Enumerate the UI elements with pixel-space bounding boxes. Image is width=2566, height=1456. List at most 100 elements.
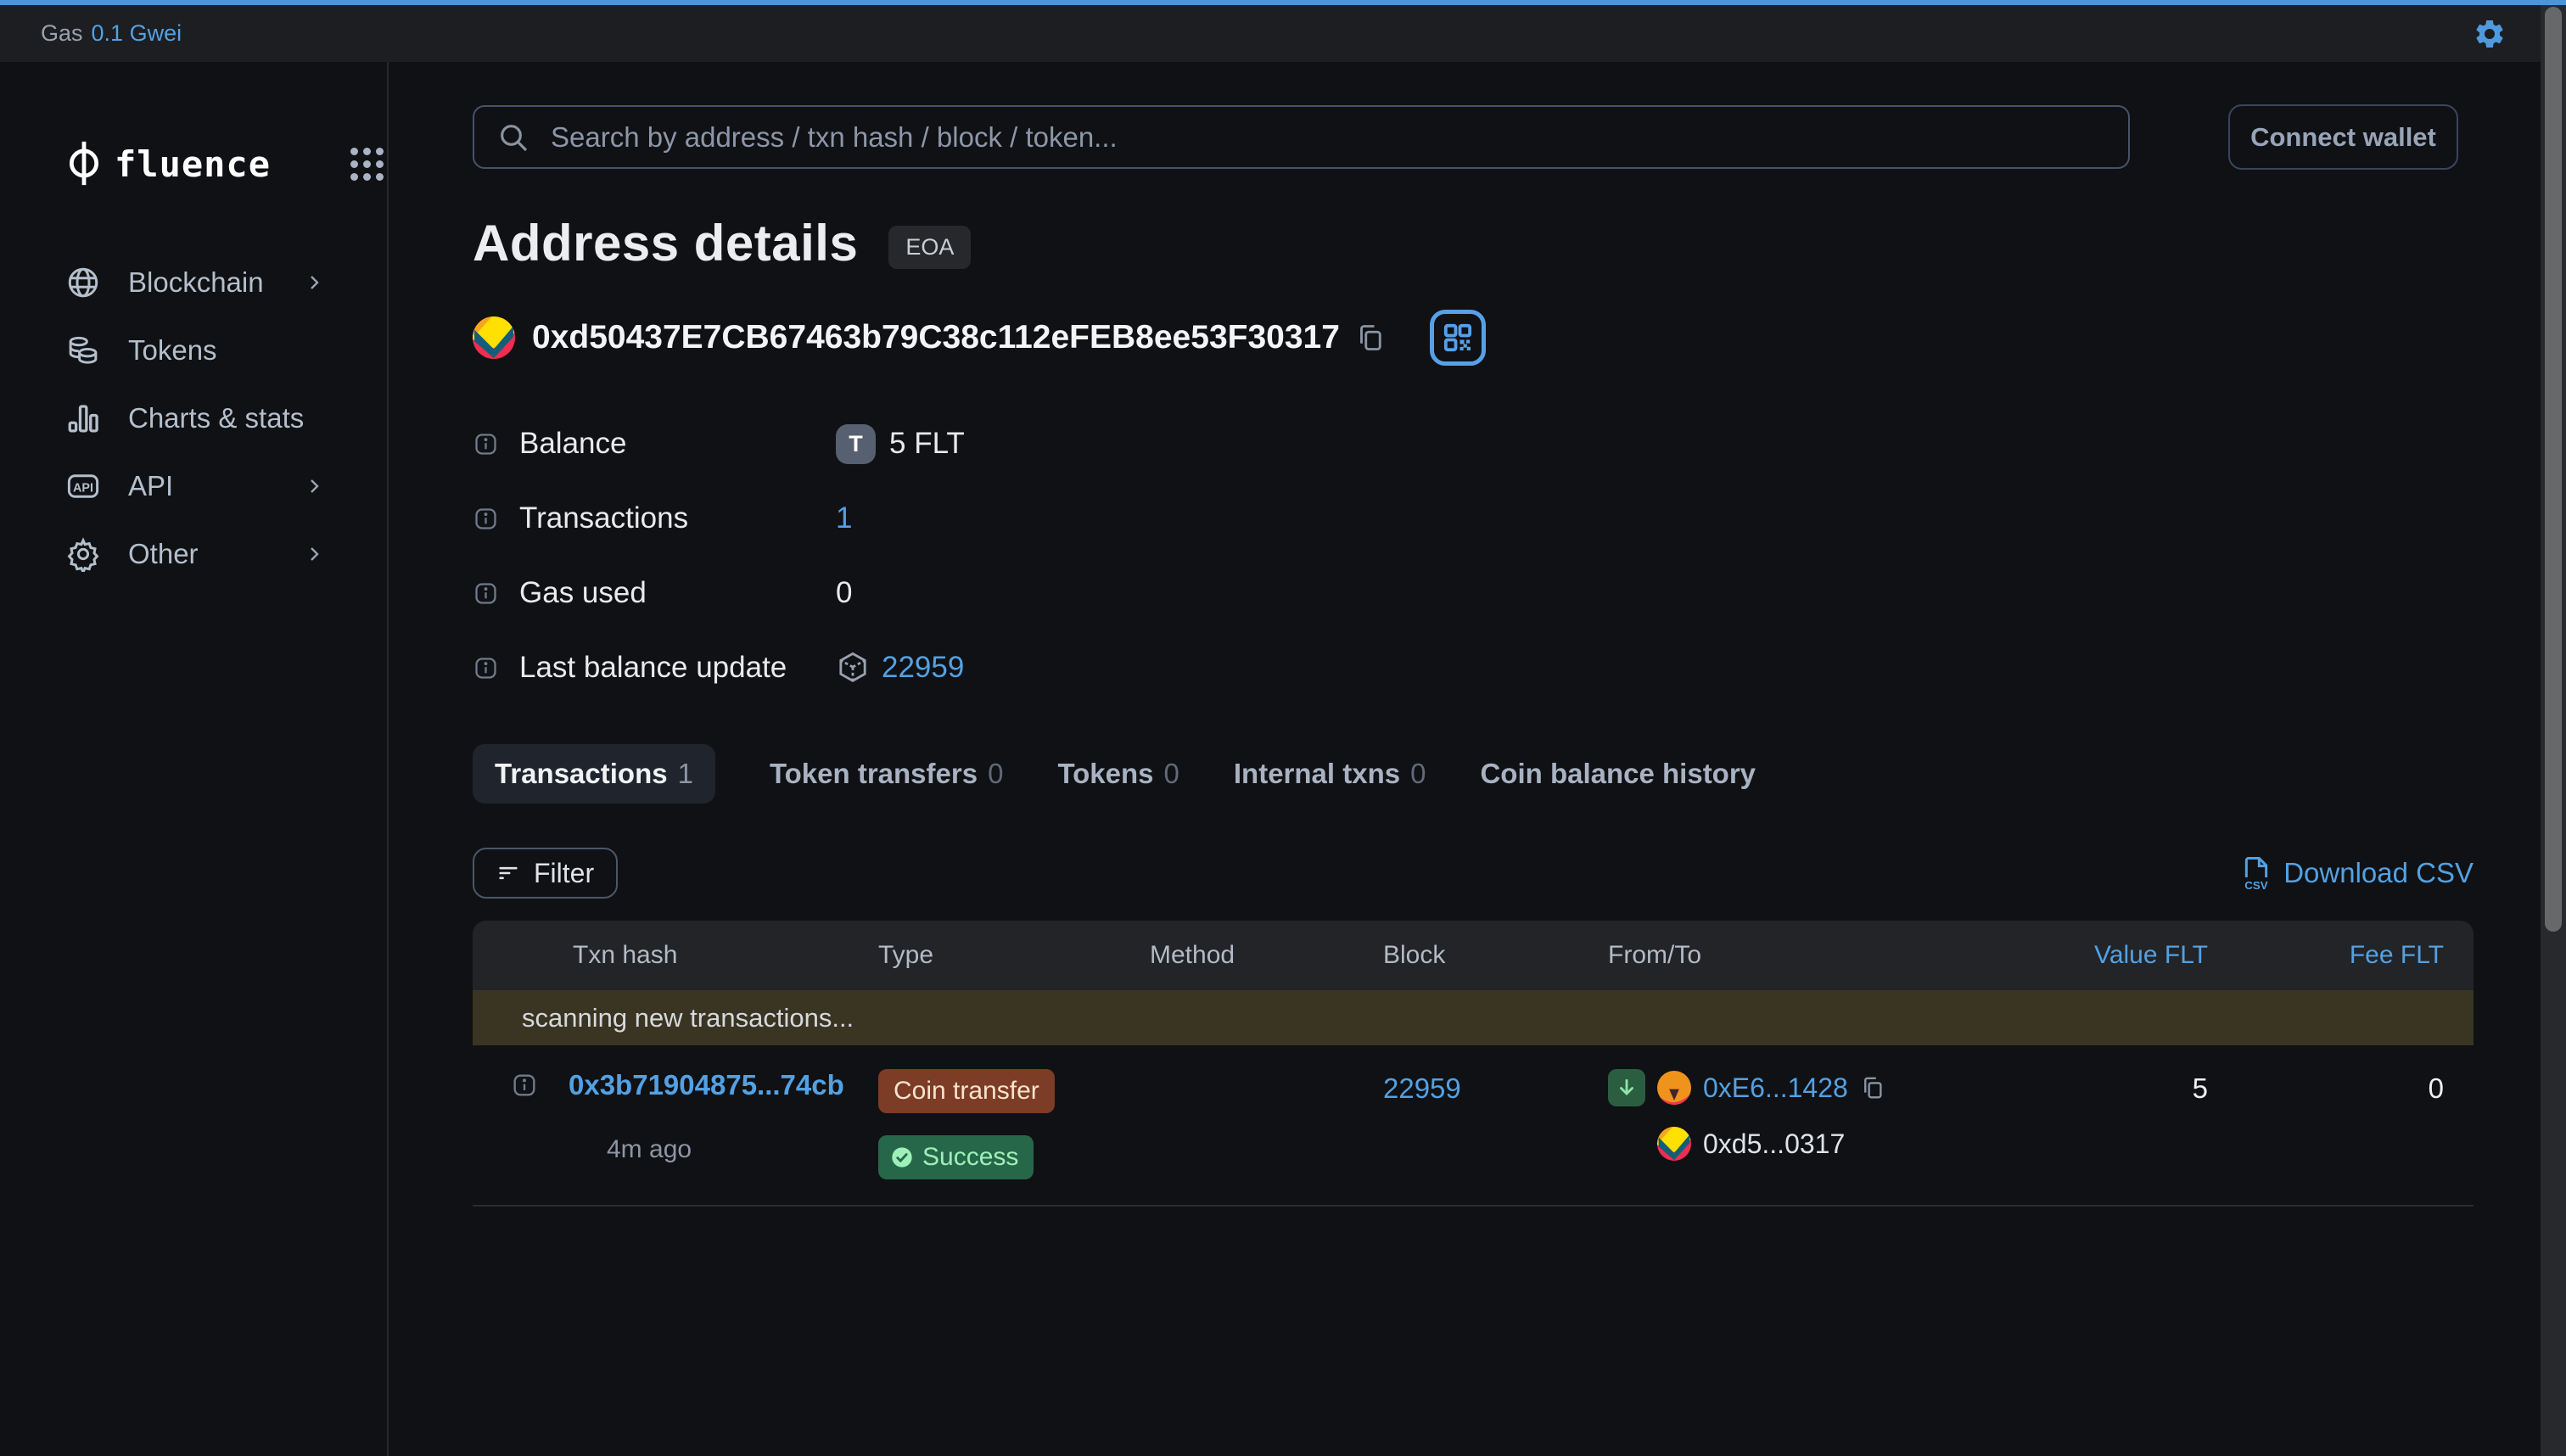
balance-amount: 5 FLT	[889, 427, 965, 461]
scrollbar-thumb[interactable]	[2545, 7, 2562, 932]
sidebar-nav: Blockchain Tokens	[65, 249, 387, 588]
filter-label: Filter	[534, 858, 594, 889]
info-icon[interactable]	[511, 1072, 538, 1099]
chevron-right-icon	[304, 476, 324, 496]
sidebar-item-label: Tokens	[128, 334, 217, 367]
to-address: 0xd5...0317	[1703, 1128, 1845, 1160]
fluence-logo-icon[interactable]	[65, 140, 103, 188]
block-cube-icon	[836, 651, 870, 685]
tab-count: 0	[1410, 758, 1426, 790]
connect-wallet-button[interactable]: Connect wallet	[2228, 104, 2458, 170]
info-icon	[473, 506, 499, 532]
tab-tokens[interactable]: Tokens 0	[1057, 744, 1179, 804]
tab-label: Token transfers	[770, 758, 978, 790]
gas-label: Gas	[41, 20, 83, 47]
col-fee[interactable]: Fee FLT	[2208, 941, 2444, 970]
search-box[interactable]	[473, 105, 2130, 169]
check-circle-icon	[890, 1145, 914, 1169]
scrollbar[interactable]	[2541, 0, 2566, 1456]
transactions-row: Transactions 1	[473, 481, 2474, 556]
table-header: Txn hash Type Method Block From/To Value…	[473, 921, 2474, 990]
apps-grid-icon[interactable]	[350, 148, 384, 181]
from-avatar	[1657, 1071, 1691, 1105]
sidebar-item-charts-stats[interactable]: Charts & stats	[65, 384, 387, 452]
bar-chart-icon	[65, 400, 101, 436]
filter-icon	[496, 861, 520, 885]
scanning-notice: scanning new transactions...	[473, 990, 2474, 1045]
last-balance-update-block-link[interactable]: 22959	[882, 651, 964, 685]
search-input[interactable]	[551, 121, 2106, 154]
balance-row: Balance T 5 FLT	[473, 406, 2474, 481]
txn-block-cell: 22959	[1383, 1069, 1608, 1105]
download-csv-label: Download CSV	[2283, 857, 2474, 889]
csv-file-icon: CSV	[2239, 854, 2273, 892]
arrow-down-in-icon	[1608, 1069, 1645, 1106]
txn-status-badge: Success	[878, 1135, 1034, 1179]
download-csv-link[interactable]: CSV Download CSV	[2239, 854, 2474, 892]
transactions-table: Txn hash Type Method Block From/To Value…	[473, 921, 2474, 1207]
svg-text:API: API	[73, 481, 93, 495]
eoa-badge: EOA	[888, 226, 971, 269]
tab-coin-balance-history[interactable]: Coin balance history	[1480, 744, 1756, 804]
filter-button[interactable]: Filter	[473, 848, 618, 899]
sidebar-item-tokens[interactable]: Tokens	[65, 316, 387, 384]
address-avatar	[473, 316, 515, 359]
copy-icon[interactable]	[1355, 322, 1386, 353]
to-avatar	[1657, 1127, 1691, 1161]
logo-text[interactable]: fluence	[115, 143, 271, 185]
info-icon	[473, 431, 499, 457]
globe-icon	[65, 265, 101, 300]
txn-hash-link[interactable]: 0x3b71904875...74cb	[569, 1069, 844, 1101]
gas-value: 0.1 Gwei	[92, 20, 182, 47]
gas-used-value: 0	[836, 576, 852, 610]
main-content: Connect wallet Address details EOA	[389, 62, 2566, 1456]
txn-type-badge: Coin transfer	[878, 1069, 1055, 1113]
col-type: Type	[878, 941, 1150, 970]
sidebar-item-label: API	[128, 470, 173, 502]
chevron-right-icon	[304, 272, 324, 293]
sidebar-item-label: Other	[128, 538, 199, 570]
svg-text:CSV: CSV	[2245, 879, 2269, 892]
gas-used-label: Gas used	[519, 576, 647, 610]
topbar: Gas 0.1 Gwei	[0, 5, 2566, 62]
logo-row: fluence	[65, 140, 387, 188]
tab-token-transfers[interactable]: Token transfers 0	[770, 744, 1004, 804]
table-toolbar: Filter CSV Download CSV	[473, 848, 2474, 899]
tab-internal-txns[interactable]: Internal txns 0	[1234, 744, 1426, 804]
txn-age: 4m ago	[607, 1135, 878, 1164]
gear-icon	[65, 536, 101, 572]
copy-icon[interactable]	[1860, 1075, 1885, 1100]
sidebar-item-api[interactable]: API API	[65, 452, 387, 520]
txn-from-to-cell: 0xE6...1428	[1608, 1069, 2003, 1161]
tabs: Transactions 1 Token transfers 0 Tokens …	[473, 744, 2474, 804]
tab-label: Transactions	[495, 758, 668, 790]
gas-tracker: Gas 0.1 Gwei	[41, 20, 182, 47]
info-icon	[473, 655, 499, 681]
txn-block-link[interactable]: 22959	[1383, 1072, 1461, 1104]
from-address-link[interactable]: 0xE6...1428	[1703, 1072, 1848, 1104]
txn-hash-cell: 0x3b71904875...74cb 4m ago	[473, 1069, 878, 1164]
chevron-right-icon	[304, 544, 324, 564]
info-icon	[473, 580, 499, 607]
txn-value-cell: 5	[2003, 1069, 2208, 1105]
tab-label: Coin balance history	[1480, 758, 1756, 790]
settings-gear-icon[interactable]	[2473, 17, 2507, 51]
sidebar-item-other[interactable]: Other	[65, 520, 387, 588]
qr-code-button[interactable]	[1430, 310, 1486, 366]
tab-transactions[interactable]: Transactions 1	[473, 744, 715, 804]
sidebar-item-blockchain[interactable]: Blockchain	[65, 249, 387, 316]
search-row: Connect wallet	[473, 104, 2474, 170]
transactions-count-link[interactable]: 1	[836, 501, 852, 535]
tab-count: 0	[988, 758, 1003, 790]
tab-label: Tokens	[1057, 758, 1153, 790]
transactions-label: Transactions	[519, 501, 688, 535]
sidebar-item-label: Blockchain	[128, 266, 264, 299]
title-row: Address details EOA	[473, 214, 2474, 272]
address-info: Balance T 5 FLT Transactions	[473, 406, 2474, 705]
col-from-to: From/To	[1608, 941, 2003, 970]
gas-used-row: Gas used 0	[473, 556, 2474, 630]
token-badge: T	[836, 424, 876, 464]
address-hash[interactable]: 0xd50437E7CB67463b79C38c112eFEB8ee53F303…	[532, 319, 1340, 356]
table-row: 0x3b71904875...74cb 4m ago Coin transfer…	[473, 1045, 2474, 1207]
col-value[interactable]: Value FLT	[2003, 941, 2208, 970]
